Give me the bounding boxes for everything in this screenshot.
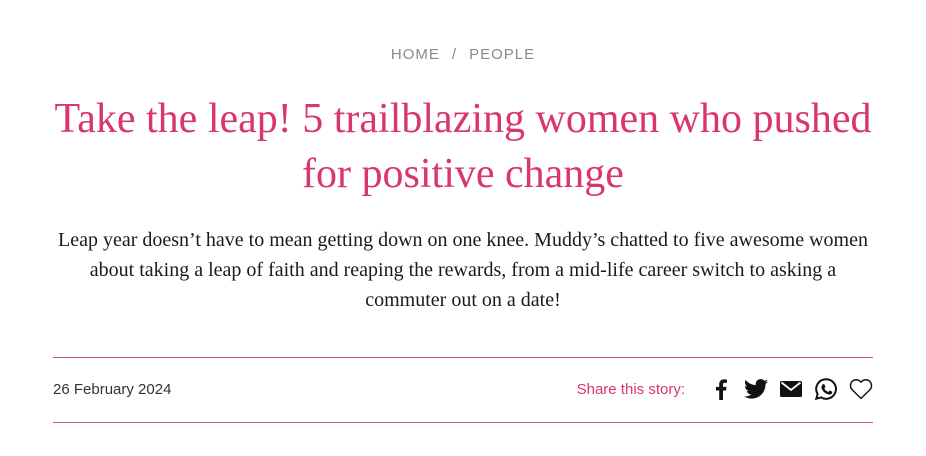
- breadcrumb: HOME / PEOPLE: [0, 45, 926, 65]
- share-bar: Share this story:: [577, 372, 874, 406]
- email-icon[interactable]: [778, 376, 804, 402]
- breadcrumb-people-link[interactable]: PEOPLE: [469, 46, 535, 63]
- heart-icon[interactable]: [848, 376, 874, 402]
- article-standfirst: Leap year doesn’t have to mean getting d…: [58, 229, 868, 311]
- share-label: Share this story:: [576, 380, 685, 398]
- twitter-icon[interactable]: [743, 376, 769, 402]
- article-date: 26 February 2024: [53, 381, 172, 398]
- article-title: Take the leap! 5 trailblazing women who …: [54, 96, 872, 197]
- breadcrumb-home-link[interactable]: HOME: [391, 46, 440, 63]
- whatsapp-icon[interactable]: [813, 376, 839, 402]
- divider-top: [53, 357, 873, 358]
- divider-bottom: [53, 422, 873, 423]
- facebook-icon[interactable]: [708, 376, 734, 402]
- breadcrumb-separator: /: [451, 46, 458, 63]
